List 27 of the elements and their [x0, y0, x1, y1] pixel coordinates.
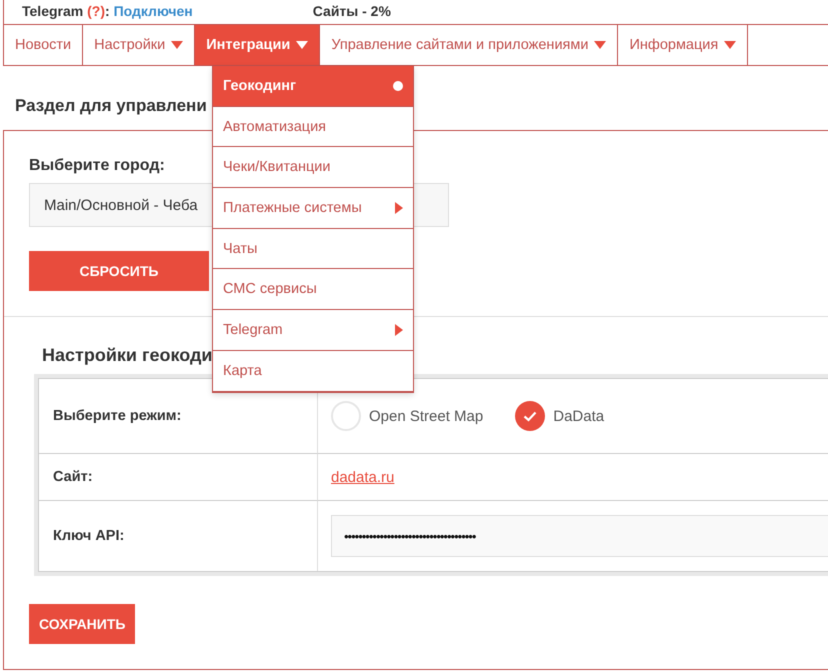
menu-item[interactable]: СМС сервисы	[213, 269, 413, 310]
menu-item[interactable]: Геокодинг	[213, 66, 413, 107]
menu-item[interactable]: Чеки/Квитанции	[213, 147, 413, 188]
geocoding-title: Настройки геокоди	[42, 345, 212, 366]
save-button[interactable]: СОХРАНИТЬ	[29, 604, 136, 644]
section-title: Раздел для управлени	[15, 96, 207, 116]
menu-item[interactable]: Telegram	[213, 310, 413, 351]
api-key-field[interactable]: •••••••••••••••••••••••••••••••••••••	[331, 515, 828, 557]
radio-button[interactable]	[331, 401, 361, 431]
api-key-label: Ключ API:	[53, 528, 124, 544]
mode-label: Выберите режим:	[53, 408, 182, 424]
radio-button[interactable]	[515, 401, 546, 431]
menu-item[interactable]: Карта	[213, 350, 413, 392]
check-icon	[523, 410, 538, 422]
radio-label: DaData	[553, 408, 604, 424]
dot-icon	[393, 80, 403, 91]
reset-button[interactable]: СБРОСИТЬ	[29, 251, 209, 291]
sites-status: Сайты - 2%	[312, 3, 391, 19]
nav-tab[interactable]: Интеграции	[195, 25, 320, 65]
telegram-status: Telegram (?): Подключен	[22, 3, 193, 19]
site-link[interactable]: dadata.ru	[331, 468, 394, 486]
city-label: Выберите город:	[29, 157, 165, 175]
site-label: Сайт:	[53, 469, 93, 485]
menu-item[interactable]: Автоматизация	[213, 106, 413, 148]
menu-item[interactable]: Чаты	[213, 228, 413, 270]
radio-label: Open Street Map	[369, 408, 484, 424]
menu-item[interactable]: Платежные системы	[213, 188, 413, 229]
